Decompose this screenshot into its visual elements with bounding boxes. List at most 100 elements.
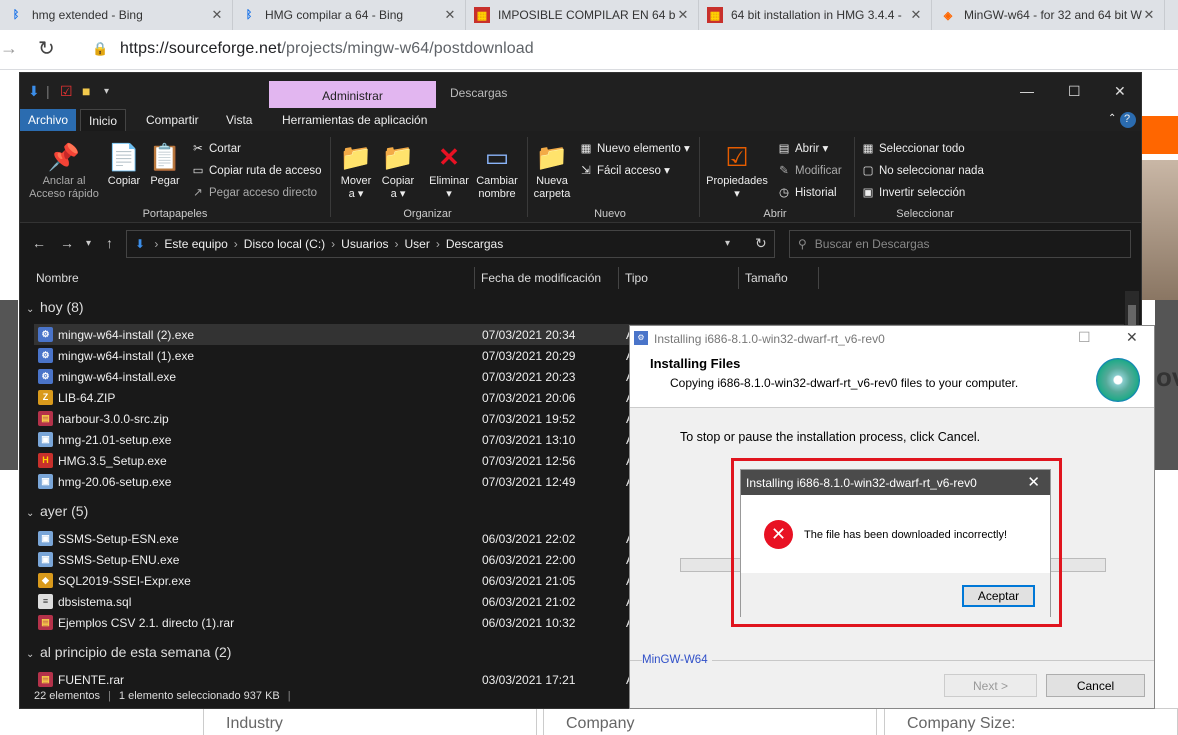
invert-selection-button[interactable]: ▣ Invertir selección — [860, 185, 966, 199]
rar-icon: ▤ — [38, 672, 53, 687]
tab-vista[interactable]: Vista — [218, 109, 260, 131]
column-date[interactable]: Fecha de modificación — [481, 271, 601, 285]
next-button[interactable]: Next > — [944, 674, 1037, 697]
close-icon[interactable]: ✕ — [1126, 329, 1138, 346]
folder-icon[interactable]: ■ — [82, 83, 90, 99]
browser-tab[interactable]: ᛒ HMG compilar a 64 - Bing ✕ — [233, 0, 466, 30]
paste-shortcut-button[interactable]: ↗ Pegar acceso directo — [190, 185, 317, 199]
tab-administrar[interactable]: Administrar — [269, 81, 436, 108]
chevron-down-icon[interactable]: ⌄ — [26, 304, 40, 315]
close-tab-icon[interactable]: ✕ — [909, 7, 923, 23]
file-date: 06/03/2021 21:02 — [482, 595, 576, 609]
ok-button[interactable]: Aceptar — [962, 585, 1035, 607]
lock-icon[interactable]: 🔒 — [92, 41, 108, 57]
chevron-right-icon[interactable]: › — [154, 237, 158, 251]
copy-path-button[interactable]: ▭ Copiar ruta de acceso — [190, 163, 322, 177]
up-arrow-icon[interactable]: ↑ — [106, 235, 113, 251]
column-divider[interactable] — [474, 267, 475, 289]
select-all-label: Seleccionar todo — [879, 143, 965, 155]
edit-button[interactable]: ✎ Modificar — [776, 163, 841, 177]
browser-tab[interactable]: ▦ IMPOSIBLE COMPILAR EN 64 bit ✕ — [466, 0, 699, 30]
column-type[interactable]: Tipo — [625, 271, 648, 285]
new-item-button[interactable]: ▦ Nuevo elemento ▾ — [578, 141, 690, 155]
history-button[interactable]: ◷ Historial — [776, 185, 837, 199]
address-dropdown-icon[interactable]: ▾ — [725, 238, 730, 249]
pin-quick-access-button[interactable]: 📌 Anclar al Acceso rápido — [26, 141, 102, 201]
tab-archivo[interactable]: Archivo — [20, 109, 77, 131]
installer-header: Installing Files Copying i686-8.1.0-win3… — [630, 350, 1154, 408]
open-button[interactable]: ▤ Abrir ▾ — [776, 141, 829, 155]
breadcrumb[interactable]: ⬇ › Este equipo › Disco local (C:) › Usuarios… — [126, 230, 775, 258]
browser-tab[interactable]: ᛒ hmg extended - Bing ✕ — [0, 0, 233, 30]
move-to-button[interactable]: 📁 Mover a ▾ — [336, 141, 376, 201]
paste-button[interactable]: 📋 Pegar — [146, 141, 184, 188]
group-header[interactable]: ⌄ ayer (5) — [26, 503, 88, 523]
close-tab-icon[interactable]: ✕ — [210, 7, 224, 23]
chevron-right-icon[interactable]: › — [331, 237, 335, 251]
chevron-right-icon[interactable]: › — [436, 237, 440, 251]
chevron-down-icon[interactable]: ⌄ — [26, 649, 40, 660]
breadcrumb-segment[interactable]: User — [405, 237, 430, 251]
company-field[interactable]: Company — [543, 708, 877, 735]
forward-arrow-icon[interactable]: → — [0, 38, 18, 59]
search-input[interactable]: ⚲ Buscar en Descargas — [789, 230, 1131, 258]
column-divider[interactable] — [738, 267, 739, 289]
group-header[interactable]: ⌄ al principio de esta semana (2) — [26, 644, 231, 664]
url-path: /projects/mingw-w64/postdownload — [281, 40, 534, 57]
maximize-icon[interactable]: ☐ — [1078, 329, 1091, 346]
close-tab-icon[interactable]: ✕ — [1142, 7, 1156, 23]
back-arrow-icon[interactable]: ← — [32, 235, 46, 251]
help-icon[interactable]: ? — [1120, 112, 1136, 128]
close-icon[interactable]: ✕ — [1027, 473, 1040, 491]
company-size-field[interactable]: Company Size: — [884, 708, 1178, 735]
download-arrow-icon[interactable]: ⬇ — [28, 83, 40, 100]
file-date: 06/03/2021 21:05 — [482, 574, 576, 588]
new-folder-button[interactable]: 📁 Nueva carpeta — [530, 141, 574, 201]
delete-button[interactable]: ✕ Eliminar ▾ — [424, 141, 474, 201]
select-none-button[interactable]: ▢ No seleccionar nada — [860, 163, 984, 177]
close-tab-icon[interactable]: ✕ — [676, 7, 690, 23]
industry-field[interactable]: Industry — [203, 708, 537, 735]
cut-button[interactable]: ✂ Cortar — [190, 141, 241, 155]
maximize-icon[interactable]: ☐ — [1068, 83, 1081, 100]
column-divider[interactable] — [618, 267, 619, 289]
copy-to-button[interactable]: 📁 Copiar a ▾ — [378, 141, 418, 201]
breadcrumb-segment[interactable]: Descargas — [446, 237, 503, 251]
tab-herramientas[interactable]: Herramientas de aplicación — [274, 109, 435, 131]
tab-inicio[interactable]: Inicio — [80, 109, 127, 131]
quick-access-dropdown-icon[interactable]: ▾ — [104, 86, 109, 97]
cancel-button[interactable]: Cancel — [1046, 674, 1145, 697]
easy-access-button[interactable]: ⇲ Fácil acceso ▾ — [578, 163, 670, 177]
minimize-icon[interactable]: — — [1020, 83, 1034, 99]
forward-arrow-icon[interactable]: → — [60, 235, 74, 251]
tab-compartir[interactable]: Compartir — [138, 109, 207, 131]
browser-tab[interactable]: ◈ MinGW-w64 - for 32 and 64 bit W ✕ — [932, 0, 1165, 30]
properties-button[interactable]: ☑ Propiedades ▾ — [704, 141, 770, 201]
select-all-button[interactable]: ▦ Seleccionar todo — [860, 141, 965, 155]
file-date: 07/03/2021 20:29 — [482, 349, 576, 363]
select-none-icon: ▢ — [862, 165, 874, 177]
copy-to-label: Copiar a ▾ — [381, 175, 415, 200]
refresh-icon[interactable]: ↻ — [755, 235, 767, 252]
column-name[interactable]: Nombre — [36, 271, 79, 285]
recent-dropdown-icon[interactable]: ▾ — [86, 238, 91, 249]
rename-button[interactable]: ▭ Cambiar nombre — [472, 141, 522, 201]
column-divider[interactable] — [818, 267, 819, 289]
url-field[interactable]: https://sourceforge.net/projects/mingw-w… — [120, 40, 534, 58]
properties-check-icon[interactable]: ☑ — [60, 83, 73, 100]
column-size[interactable]: Tamaño — [745, 271, 788, 285]
browser-tab[interactable]: ▦ 64 bit installation in HMG 3.4.4 - ✕ — [699, 0, 932, 30]
chevron-right-icon[interactable]: › — [234, 237, 238, 251]
group-label: al principio de esta semana (2) — [40, 644, 232, 660]
group-nuevo: Nuevo — [594, 208, 626, 220]
copy-button[interactable]: 📄 Copiar — [104, 141, 144, 188]
breadcrumb-segment[interactable]: Usuarios — [341, 237, 388, 251]
close-icon[interactable]: ✕ — [1114, 83, 1126, 100]
chevron-right-icon[interactable]: › — [395, 237, 399, 251]
close-tab-icon[interactable]: ✕ — [443, 7, 457, 23]
breadcrumb-segment[interactable]: Este equipo — [164, 237, 227, 251]
breadcrumb-segment[interactable]: Disco local (C:) — [244, 237, 325, 251]
reload-icon[interactable]: ↻ — [38, 36, 55, 61]
chevron-down-icon[interactable]: ⌄ — [26, 508, 40, 519]
group-header[interactable]: ⌄ hoy (8) — [26, 299, 84, 319]
